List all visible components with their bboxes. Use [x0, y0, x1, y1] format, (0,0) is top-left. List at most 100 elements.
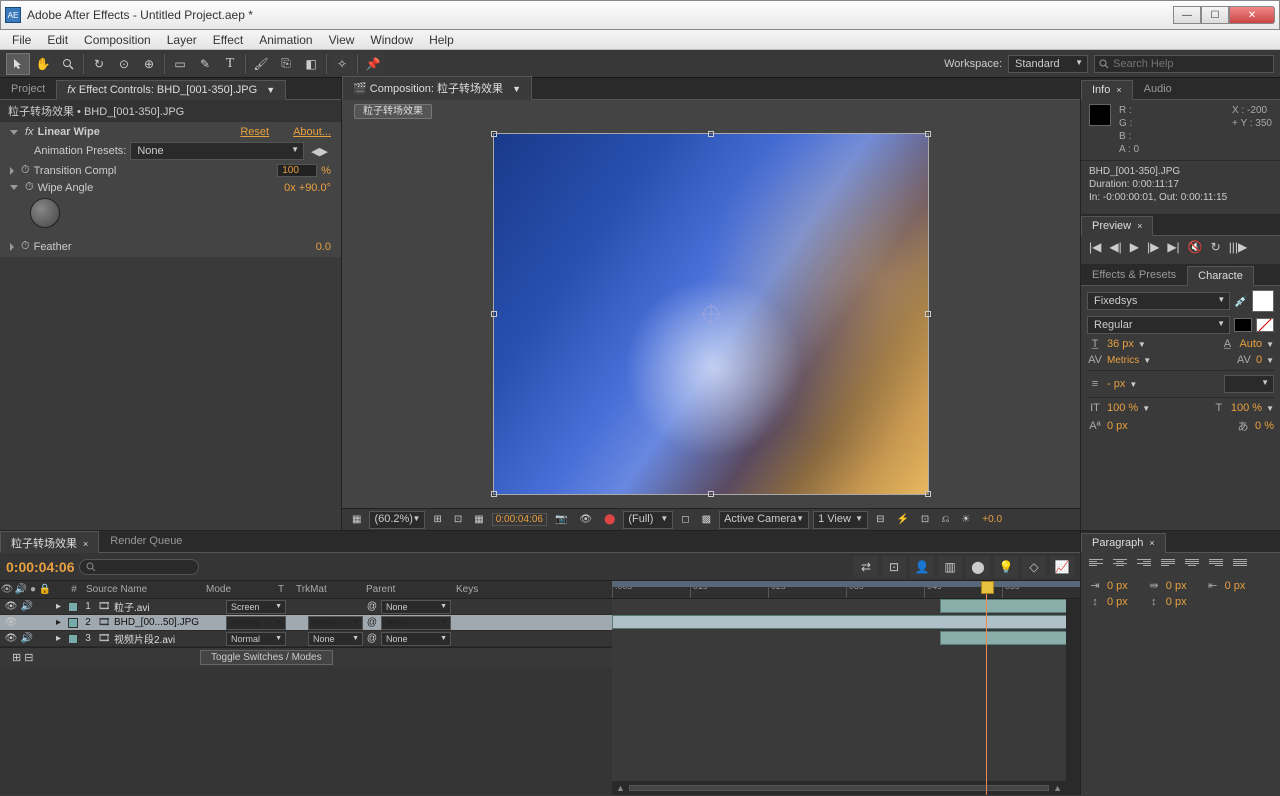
ram-preview-button[interactable]: |||▶: [1229, 240, 1248, 254]
frame-blend-icon[interactable]: ▥: [938, 556, 962, 578]
solo-col-icon[interactable]: ●: [28, 584, 38, 595]
last-frame-button[interactable]: ▶|: [1167, 240, 1179, 254]
eye-toggle[interactable]: 👁: [4, 601, 18, 612]
hide-shy-icon[interactable]: 👤: [910, 556, 934, 578]
resolution-dropdown[interactable]: (Full): [623, 511, 673, 529]
eye-toggle[interactable]: 👁: [4, 617, 18, 628]
search-help[interactable]: [1094, 55, 1274, 73]
blend-mode-dropdown[interactable]: Normal: [226, 616, 286, 630]
views-dropdown[interactable]: 1 View: [813, 511, 868, 529]
rect-tool[interactable]: ▭: [168, 53, 192, 75]
comp-breadcrumb[interactable]: 粒子转场效果: [354, 104, 432, 119]
label-color[interactable]: [68, 602, 78, 612]
tab-paragraph[interactable]: Paragraph×: [1081, 533, 1166, 553]
indent-left-value[interactable]: 0 px: [1107, 580, 1128, 592]
eraser-tool[interactable]: ◧: [299, 53, 323, 75]
anchor-point-icon[interactable]: [703, 306, 719, 322]
next-frame-button[interactable]: |▶: [1147, 240, 1159, 254]
kerning-value[interactable]: Metrics: [1107, 355, 1139, 366]
layer-name[interactable]: 粒子.avi: [114, 599, 224, 614]
time-ruler[interactable]: :00s 01s 02s 03s 04s 05s: [612, 581, 1080, 599]
reset-link[interactable]: Reset: [240, 126, 269, 138]
snapshot-icon[interactable]: 📷: [551, 513, 571, 526]
pickwhip-icon[interactable]: @: [365, 601, 379, 612]
tracking-value[interactable]: 0: [1256, 354, 1262, 366]
indent-first-value[interactable]: 0 px: [1166, 580, 1187, 592]
pen-tool[interactable]: ✎: [193, 53, 217, 75]
align-left-button[interactable]: [1087, 557, 1105, 573]
pixel-aspect-icon[interactable]: ⊟: [872, 513, 888, 526]
col-source[interactable]: Source Name: [82, 584, 206, 595]
wipe-angle-value[interactable]: 0x +90.0°: [284, 182, 331, 194]
menu-composition[interactable]: Composition: [76, 31, 159, 49]
layer-row[interactable]: 👁▸2🎞BHD_[00...50].JPGNormalNone@None: [0, 615, 612, 631]
angle-dial[interactable]: [30, 198, 60, 228]
handle-bl[interactable]: [491, 491, 497, 497]
close-button[interactable]: ✕: [1229, 6, 1275, 24]
menu-animation[interactable]: Animation: [251, 31, 320, 49]
no-stroke-icon[interactable]: [1256, 318, 1274, 332]
handle-tr[interactable]: [925, 131, 931, 137]
handle-tl[interactable]: [491, 131, 497, 137]
font-family-dropdown[interactable]: Fixedsys: [1087, 292, 1230, 310]
layer-row[interactable]: 👁🔊▸1🎞粒子.aviScreen@None: [0, 599, 612, 615]
trkmat-dropdown[interactable]: None: [308, 616, 363, 630]
label-color[interactable]: [68, 634, 78, 644]
audio-toggle[interactable]: 🔊: [20, 633, 34, 644]
anim-presets-dropdown[interactable]: None: [130, 142, 304, 160]
menu-window[interactable]: Window: [362, 31, 421, 49]
blend-mode-dropdown[interactable]: Screen: [226, 600, 286, 614]
clip-layer-3[interactable]: [940, 631, 1080, 645]
justify-center-button[interactable]: [1183, 557, 1201, 573]
menu-help[interactable]: Help: [421, 31, 462, 49]
stroke-black-icon[interactable]: [1234, 318, 1252, 332]
playhead[interactable]: [986, 581, 987, 795]
effect-name[interactable]: Linear Wipe: [38, 126, 237, 138]
camera-tool[interactable]: ⊙: [112, 53, 136, 75]
stroke-width-value[interactable]: - px: [1107, 378, 1125, 390]
label-color[interactable]: [68, 618, 78, 628]
font-style-dropdown[interactable]: Regular: [1087, 316, 1230, 334]
stopwatch-icon[interactable]: ⏱: [21, 164, 30, 177]
camera-dropdown[interactable]: Active Camera: [719, 511, 809, 529]
tab-effects-presets[interactable]: Effects & Presets: [1081, 265, 1187, 285]
tab-timeline-comp[interactable]: 粒子转场效果×: [0, 531, 99, 553]
pickwhip-icon[interactable]: @: [365, 633, 379, 644]
play-button[interactable]: ▶: [1130, 240, 1139, 254]
disclosure-triangle[interactable]: [10, 130, 18, 135]
selection-tool[interactable]: [6, 53, 30, 75]
disclosure-triangle[interactable]: ▸: [56, 617, 66, 628]
prev-frame-button[interactable]: ◀|: [1109, 240, 1121, 254]
channel-icon[interactable]: ⬤: [600, 513, 619, 526]
scrollbar-v[interactable]: [1066, 599, 1080, 795]
disclosure-triangle[interactable]: [10, 167, 14, 175]
comp-mini-flowchart-icon[interactable]: ⇄: [854, 556, 878, 578]
justify-left-button[interactable]: [1159, 557, 1177, 573]
justify-all-button[interactable]: [1231, 557, 1249, 573]
layer-row[interactable]: 👁🔊▸3🎞视频片段2.aviNormalNone@None: [0, 631, 612, 647]
transition-complete-value[interactable]: 100: [277, 164, 317, 177]
tab-audio[interactable]: Audio: [1133, 79, 1183, 99]
timeline-icon[interactable]: ⊡: [917, 513, 933, 526]
motion-blur-icon[interactable]: ⬤: [966, 556, 990, 578]
indent-right-value[interactable]: 0 px: [1225, 580, 1246, 592]
tab-info[interactable]: Info×: [1081, 80, 1133, 100]
zoom-tool[interactable]: [56, 53, 80, 75]
eyedropper-icon[interactable]: 💉: [1234, 295, 1248, 308]
handle-l[interactable]: [491, 311, 497, 317]
timecode-display[interactable]: 0:00:04:06: [492, 513, 547, 526]
tab-character[interactable]: Characte: [1187, 266, 1254, 286]
reset-exposure-icon[interactable]: ☀: [957, 513, 974, 526]
handle-r[interactable]: [925, 311, 931, 317]
loop-button[interactable]: ↻: [1211, 240, 1221, 254]
stopwatch-icon[interactable]: ⏱: [25, 181, 34, 194]
apply-preset-icon[interactable]: ◀▶: [308, 145, 331, 158]
first-frame-button[interactable]: |◀: [1089, 240, 1101, 254]
parent-dropdown[interactable]: None: [381, 600, 451, 614]
justify-right-button[interactable]: [1207, 557, 1225, 573]
clip-layer-1[interactable]: [940, 599, 1080, 613]
menu-file[interactable]: File: [4, 31, 39, 49]
trkmat-dropdown[interactable]: None: [308, 632, 363, 646]
brush-tool[interactable]: 🖌: [249, 53, 273, 75]
baseline-value[interactable]: 0 px: [1107, 420, 1128, 432]
